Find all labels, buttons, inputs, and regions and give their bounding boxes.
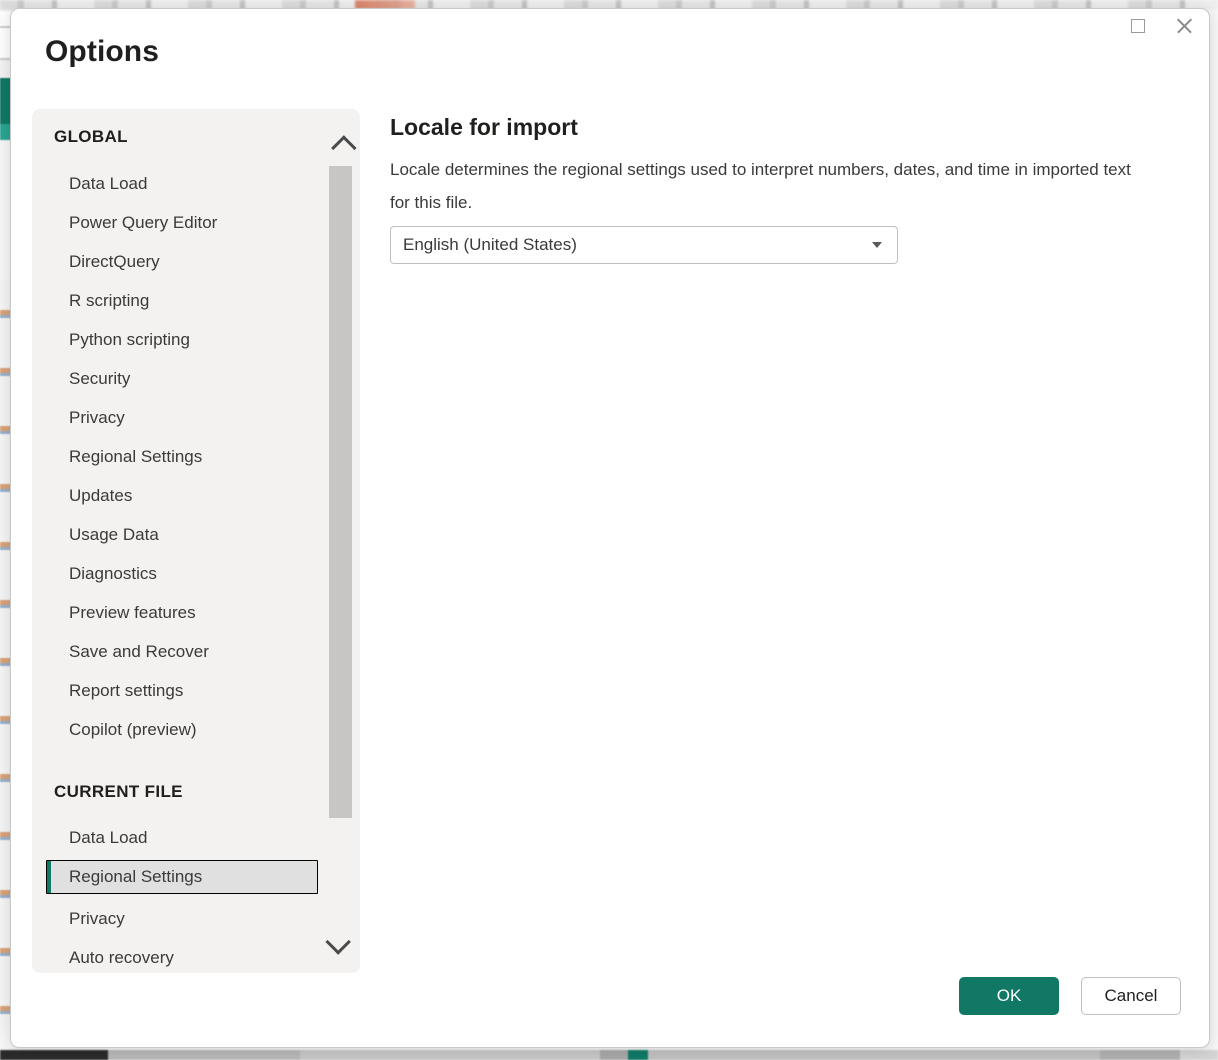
close-button[interactable] <box>1161 9 1207 43</box>
sidebar-item-label: Security <box>69 369 131 388</box>
sidebar-scrollbar[interactable] <box>322 109 360 973</box>
ok-button[interactable]: OK <box>959 977 1059 1015</box>
sidebar-item-label: Data Load <box>69 174 148 193</box>
chevron-down-icon <box>325 929 351 955</box>
close-icon <box>1175 17 1193 35</box>
section-heading: Locale for import <box>390 114 578 140</box>
sidebar-item-label: DirectQuery <box>69 252 160 271</box>
options-sidebar: GLOBAL Data Load Power Query Editor Dire… <box>32 109 360 973</box>
sidebar-item-data-load[interactable]: Data Load <box>46 167 318 201</box>
dialog-footer: OK Cancel <box>959 977 1181 1015</box>
sidebar-item-label: Updates <box>69 486 133 505</box>
sidebar-item-python-scripting[interactable]: Python scripting <box>46 323 318 357</box>
scroll-up-button[interactable] <box>322 133 360 163</box>
sidebar-item-current-data-load[interactable]: Data Load <box>46 821 318 855</box>
sidebar-item-label: Privacy <box>69 909 125 928</box>
sidebar-item-security[interactable]: Security <box>46 362 318 396</box>
sidebar-item-current-privacy[interactable]: Privacy <box>46 902 318 936</box>
scroll-down-button[interactable] <box>322 927 360 957</box>
sidebar-item-current-regional-settings[interactable]: Regional Settings <box>46 860 318 894</box>
maximize-button[interactable] <box>1115 9 1161 43</box>
sidebar-item-label: Data Load <box>69 828 148 847</box>
maximize-icon <box>1131 19 1145 33</box>
sidebar-item-usage-data[interactable]: Usage Data <box>46 518 318 552</box>
sidebar-item-label: Python scripting <box>69 330 190 349</box>
background-taskbar <box>0 1050 1218 1060</box>
sidebar-item-current-auto-recovery[interactable]: Auto recovery <box>46 941 318 973</box>
sidebar-item-label: Copilot (preview) <box>69 720 197 739</box>
sidebar-item-label: Regional Settings <box>69 447 203 466</box>
dialog-titlebar <box>11 9 1209 45</box>
sidebar-item-label: Privacy <box>69 408 125 427</box>
cancel-button[interactable]: Cancel <box>1081 977 1181 1015</box>
chevron-up-icon <box>331 135 357 161</box>
sidebar-item-updates[interactable]: Updates <box>46 479 318 513</box>
sidebar-item-power-query-editor[interactable]: Power Query Editor <box>46 206 318 240</box>
sidebar-nav-list: GLOBAL Data Load Power Query Editor Dire… <box>32 109 322 973</box>
sidebar-item-label: Auto recovery <box>69 948 174 967</box>
sidebar-item-label: Save and Recover <box>69 642 209 661</box>
sidebar-group-heading-global: GLOBAL <box>54 127 128 146</box>
sidebar-item-directquery[interactable]: DirectQuery <box>46 245 318 279</box>
scrollbar-thumb[interactable] <box>329 166 352 818</box>
sidebar-item-label: Preview features <box>69 603 196 622</box>
sidebar-item-r-scripting[interactable]: R scripting <box>46 284 318 318</box>
options-content-pane: Locale for import Locale determines the … <box>390 114 1189 264</box>
dialog-title: Options <box>45 35 160 68</box>
sidebar-item-privacy[interactable]: Privacy <box>46 401 318 435</box>
section-description: Locale determines the regional settings … <box>390 160 1131 212</box>
sidebar-item-preview-features[interactable]: Preview features <box>46 596 318 630</box>
sidebar-item-diagnostics[interactable]: Diagnostics <box>46 557 318 591</box>
options-dialog: Options GLOBAL Data Load Power Query Edi… <box>10 8 1210 1048</box>
sidebar-item-save-and-recover[interactable]: Save and Recover <box>46 635 318 669</box>
sidebar-item-label: Power Query Editor <box>69 213 218 232</box>
locale-select[interactable]: English (United States) <box>390 226 898 264</box>
chevron-down-icon <box>872 242 882 248</box>
sidebar-item-label: Report settings <box>69 681 184 700</box>
sidebar-item-copilot-preview[interactable]: Copilot (preview) <box>46 713 318 747</box>
locale-select-value: English (United States) <box>403 235 577 254</box>
sidebar-item-regional-settings[interactable]: Regional Settings <box>46 440 318 474</box>
sidebar-item-label: Diagnostics <box>69 564 157 583</box>
sidebar-item-label: Usage Data <box>69 525 159 544</box>
sidebar-item-report-settings[interactable]: Report settings <box>46 674 318 708</box>
sidebar-item-label: R scripting <box>69 291 150 310</box>
sidebar-item-label: Regional Settings <box>69 867 203 886</box>
sidebar-group-heading-current-file: CURRENT FILE <box>54 782 183 801</box>
